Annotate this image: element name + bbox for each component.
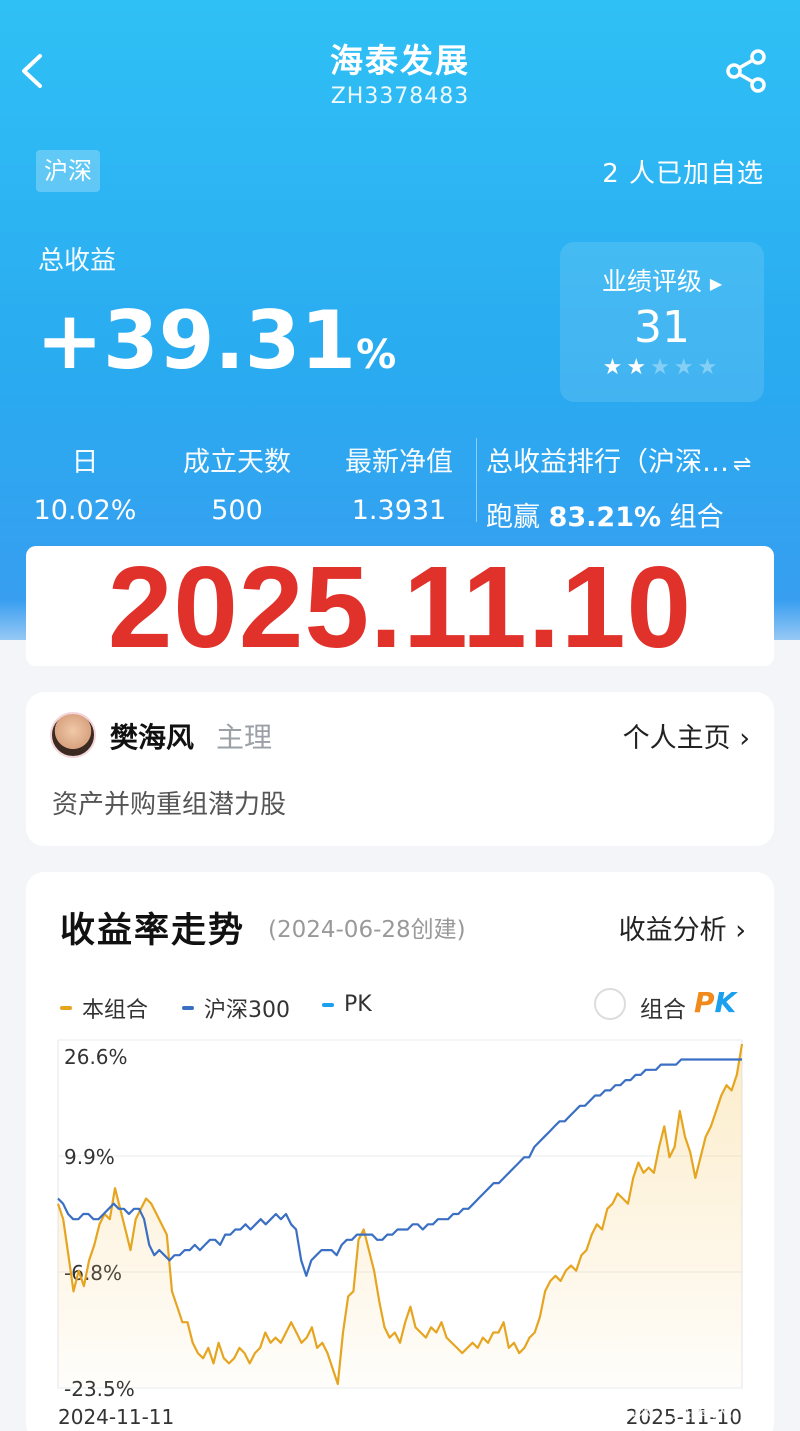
watermark: 雪球：樊海风: [612, 1398, 732, 1422]
return-chart: 26.6%9.9%-6.8%-23.5%2024-11-112025-11-10: [56, 1039, 744, 1429]
y-tick-label: 26.6%: [64, 1045, 128, 1069]
portfolio-area: [58, 1044, 742, 1388]
y-tick-label: 9.9%: [64, 1145, 115, 1169]
x-tick-label: 2024-11-11: [58, 1405, 174, 1429]
